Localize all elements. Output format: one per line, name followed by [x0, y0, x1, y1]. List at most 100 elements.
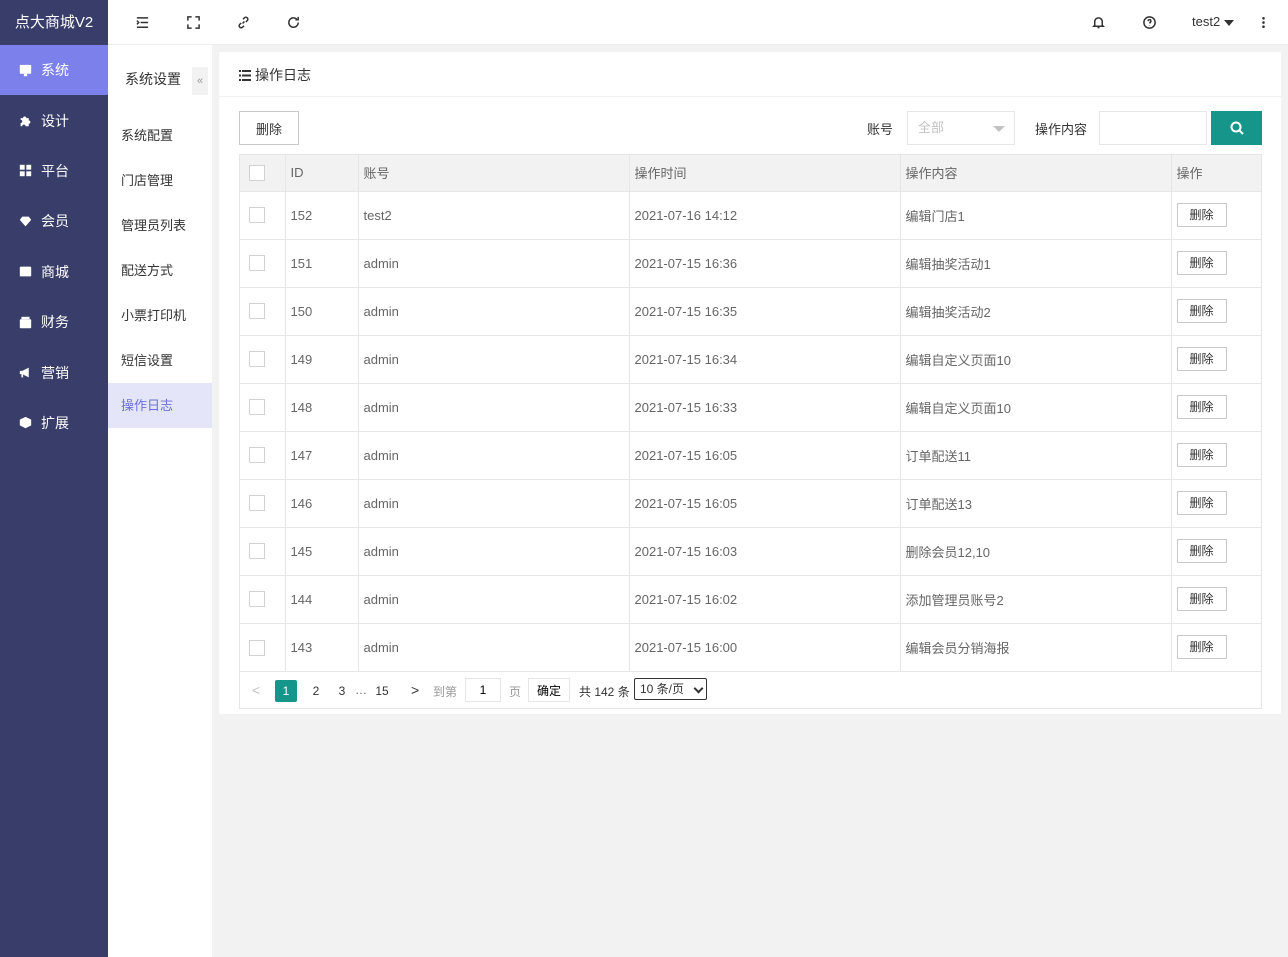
cell-content: 编辑会员分销海报: [900, 622, 1172, 671]
link-icon[interactable]: [233, 12, 253, 32]
row-checkbox[interactable]: [249, 351, 265, 368]
row-select-cell: [240, 574, 286, 623]
wallet-icon: [18, 315, 32, 329]
row-select-cell: [240, 334, 286, 383]
nav-item-5[interactable]: 财务: [0, 297, 108, 347]
table-row: 147 admin 2021-07-15 16:05 订单配送11 删除: [240, 430, 1261, 479]
nav-label: 财务: [41, 314, 69, 331]
cell-time: 2021-07-15 16:33: [629, 382, 901, 431]
bell-icon[interactable]: [1088, 12, 1108, 32]
cell-action: 删除: [1171, 334, 1261, 383]
menu-toggle-icon[interactable]: [132, 12, 152, 32]
col-id: ID: [285, 155, 359, 191]
brand-logo: 点大商城V2: [0, 0, 108, 45]
megaphone-icon: [18, 366, 32, 380]
page-1[interactable]: 1: [275, 680, 297, 702]
row-delete-button[interactable]: 删除: [1176, 395, 1227, 419]
refresh-icon[interactable]: [283, 12, 303, 32]
content-label: 操作内容: [1035, 122, 1088, 137]
toolbar: 删除 账号 全部 操作内容: [239, 111, 1262, 145]
fullscreen-icon[interactable]: [183, 12, 203, 32]
nav-label: 系统: [41, 62, 69, 79]
row-checkbox[interactable]: [249, 303, 265, 320]
cell-content: 订单配送11: [900, 430, 1172, 479]
submenu-item-3[interactable]: 配送方式: [108, 248, 212, 293]
row-checkbox[interactable]: [249, 399, 265, 416]
goto-confirm-button[interactable]: 确定: [528, 678, 570, 702]
row-delete-button[interactable]: 删除: [1176, 587, 1227, 611]
main-sidebar: 点大商城V2 系统设计平台会员商城财务营销 扩展: [0, 0, 108, 957]
row-delete-button[interactable]: 删除: [1176, 203, 1227, 227]
row-checkbox[interactable]: [249, 543, 265, 560]
page-2[interactable]: 2: [305, 680, 327, 702]
submenu-item-6[interactable]: 操作日志: [108, 383, 212, 428]
nav-item-0[interactable]: 系统: [0, 45, 108, 96]
submenu-item-4[interactable]: 小票打印机: [108, 293, 212, 338]
page-size-value: 10 条/页: [640, 682, 685, 696]
table-row: 145 admin 2021-07-15 16:03 删除会员12,10 删除: [240, 526, 1261, 575]
row-checkbox[interactable]: [249, 255, 265, 272]
page-ellipsis: …: [355, 683, 367, 697]
row-checkbox[interactable]: [249, 447, 265, 464]
batch-delete-button[interactable]: 删除: [239, 111, 299, 145]
table-row: 148 admin 2021-07-15 16:33 编辑自定义页面10 删除: [240, 382, 1261, 431]
nav-label: 商城: [41, 263, 69, 280]
col-action: 操作: [1171, 155, 1261, 191]
total-count: 共 142 条: [579, 685, 630, 699]
cell-account: admin: [358, 334, 630, 383]
row-checkbox[interactable]: [249, 207, 265, 224]
cell-action: 删除: [1171, 622, 1261, 671]
cell-id: 150: [285, 286, 359, 335]
collapse-icon[interactable]: «: [192, 67, 208, 95]
diamond-icon: [18, 214, 32, 228]
submenu-item-1[interactable]: 门店管理: [108, 158, 212, 203]
nav-item-7[interactable]: 扩展: [0, 398, 108, 448]
row-delete-button[interactable]: 删除: [1176, 539, 1227, 563]
user-menu[interactable]: test2: [1192, 14, 1235, 29]
row-checkbox[interactable]: [249, 639, 265, 656]
submenu-item-0[interactable]: 系统配置: [108, 113, 212, 158]
user-name: test2: [1192, 14, 1221, 29]
content-input[interactable]: [1099, 111, 1207, 145]
select-all-checkbox[interactable]: [249, 165, 265, 182]
page-3[interactable]: 3: [331, 680, 353, 702]
table-row: 143 admin 2021-07-15 16:00 编辑会员分销海报 删除: [240, 622, 1261, 671]
nav-item-2[interactable]: 平台: [0, 146, 108, 196]
nav-label: 平台: [41, 162, 69, 179]
row-delete-button[interactable]: 删除: [1176, 299, 1227, 323]
cell-content: 编辑抽奖活动1: [900, 238, 1172, 287]
row-checkbox[interactable]: [249, 495, 265, 512]
nav-item-6[interactable]: 营销: [0, 347, 108, 397]
nav-item-4[interactable]: 商城: [0, 247, 108, 297]
nav-label: 设计: [41, 112, 69, 129]
submenu-item-5[interactable]: 短信设置: [108, 338, 212, 383]
log-table: ID 账号 操作时间 操作内容 操作 152 test2 2021-07-16 14…: [239, 154, 1262, 709]
page-last[interactable]: 15: [371, 680, 393, 702]
table-body: 152 test2 2021-07-16 14:12 编辑门店1 删除 151 admin 2…: [240, 190, 1261, 671]
row-delete-button[interactable]: 删除: [1176, 635, 1227, 660]
cell-action: 删除: [1171, 190, 1261, 239]
next-page-icon[interactable]: >: [411, 682, 419, 698]
submenu-item-2[interactable]: 管理员列表: [108, 203, 212, 248]
submenu-title: 系统设置 «: [108, 45, 212, 113]
nav-item-3[interactable]: 会员: [0, 196, 108, 246]
row-delete-button[interactable]: 删除: [1176, 443, 1227, 467]
cell-action: 删除: [1171, 478, 1261, 527]
account-select[interactable]: 全部: [907, 111, 1015, 145]
nav-item-1[interactable]: 设计: [0, 95, 108, 145]
cell-action: 删除: [1171, 430, 1261, 479]
more-icon[interactable]: [1253, 12, 1273, 32]
row-checkbox[interactable]: [249, 591, 265, 608]
row-delete-button[interactable]: 删除: [1176, 491, 1227, 515]
cell-id: 147: [285, 430, 359, 479]
goto-page-input[interactable]: [465, 678, 501, 702]
prev-page-icon[interactable]: <: [252, 682, 260, 698]
help-icon[interactable]: [1139, 12, 1159, 32]
goto-prefix: 到第: [433, 685, 458, 699]
account-select-value: 全部: [918, 120, 945, 135]
main-card: 操作日志 删除 账号 全部 操作内容 ID 账号 操作时间 操作内容 操作 15…: [219, 52, 1281, 714]
row-delete-button[interactable]: 删除: [1176, 347, 1227, 371]
row-delete-button[interactable]: 删除: [1176, 251, 1227, 275]
search-button[interactable]: [1211, 111, 1262, 145]
page-size-select[interactable]: 10 条/页: [634, 678, 707, 700]
